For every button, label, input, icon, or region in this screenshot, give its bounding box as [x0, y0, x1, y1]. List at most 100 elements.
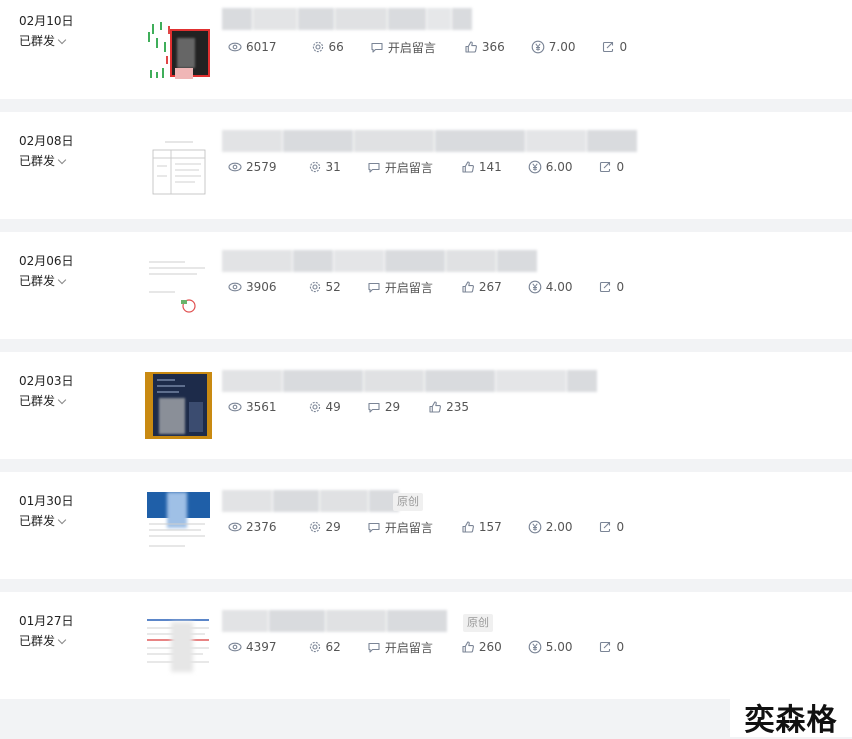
article-title-redacted[interactable]: [222, 490, 400, 514]
date-column: 02月10日 已群发: [19, 12, 74, 50]
likes-stat: 267: [461, 280, 502, 294]
comment-icon: [368, 522, 380, 533]
comment-icon: [371, 42, 383, 53]
original-badge: 原创: [393, 493, 423, 511]
status-label: 已群发: [19, 634, 56, 648]
article-thumbnail[interactable]: [145, 132, 212, 199]
thumbs-up-icon: [462, 161, 474, 173]
views-stat: 3561: [228, 400, 277, 414]
eye-icon: [228, 402, 242, 412]
thumbs-up-icon: [429, 401, 442, 413]
status-dropdown[interactable]: 已群发: [19, 392, 74, 410]
eye-icon: [228, 642, 242, 652]
views-stat: 6017: [228, 40, 277, 54]
thumbnail-image: [145, 612, 212, 679]
date-column: 02月03日 已群发: [19, 372, 74, 410]
status-dropdown[interactable]: 已群发: [19, 32, 74, 50]
shares-count: 49: [325, 400, 341, 414]
article-title-redacted[interactable]: [222, 370, 598, 394]
reward-stat: 6.00: [528, 160, 572, 174]
comment-toggle[interactable]: 开启留言: [367, 159, 433, 176]
likes-count: 366: [481, 40, 505, 54]
comment-toggle[interactable]: 开启留言: [367, 519, 433, 536]
shares-stat: 66: [311, 40, 344, 54]
reward-amount: 7.00: [548, 40, 576, 54]
reward-stat: 7.00: [531, 40, 576, 54]
forward-icon: [600, 521, 611, 533]
likes-count: 267: [478, 280, 502, 294]
views-stat: 4397: [228, 640, 277, 654]
article-stats: 3561 49 29 235: [228, 396, 469, 418]
thumbnail-image: [145, 132, 212, 199]
likes-stat: 366: [464, 40, 505, 54]
likes-count: 260: [478, 640, 502, 654]
views-count: 6017: [246, 40, 277, 54]
article-title-redacted[interactable]: [222, 8, 473, 32]
article-card: 02月03日 已群发 3561 49 29 235: [0, 352, 852, 459]
comment-label: 开启留言: [384, 280, 433, 295]
comments-stat[interactable]: 29: [367, 400, 400, 414]
date-column: 01月30日 已群发: [19, 492, 74, 530]
status-dropdown[interactable]: 已群发: [19, 272, 74, 290]
likes-count: 157: [478, 520, 502, 534]
views-count: 2376: [246, 520, 277, 534]
thumbnail-image: [145, 372, 212, 439]
article-thumbnail[interactable]: [145, 12, 212, 79]
comment-toggle[interactable]: 开启留言: [370, 39, 436, 56]
shares-count: 29: [325, 520, 341, 534]
status-dropdown[interactable]: 已群发: [19, 152, 74, 170]
article-thumbnail[interactable]: [145, 492, 212, 559]
forwards-count: 0: [616, 640, 625, 654]
likes-count: 141: [478, 160, 502, 174]
forwards-stat: 0: [598, 160, 624, 174]
shares-stat: 29: [308, 520, 341, 534]
status-dropdown[interactable]: 已群发: [19, 632, 74, 650]
chevron-down-icon: [57, 395, 67, 404]
article-title-redacted[interactable]: [222, 130, 638, 154]
article-thumbnail[interactable]: [145, 252, 212, 319]
forwards-count: 0: [616, 160, 625, 174]
article-card: 02月10日 已群发 6017 66 开启留言 366 7.00 0: [0, 0, 852, 99]
reward-stat: 2.00: [528, 520, 573, 534]
eye-icon: [228, 42, 242, 52]
article-stats: 2376 29 开启留言 157 2.00 0: [228, 516, 624, 538]
thumbs-up-icon: [462, 521, 474, 533]
views-stat: 2579: [228, 160, 277, 174]
reward-amount: 2.00: [545, 520, 573, 534]
article-card: 02月06日 已群发 3906 52 开启留言 267 4.00 0: [0, 232, 852, 339]
shares-count: 52: [325, 280, 341, 294]
article-title-redacted[interactable]: [222, 610, 448, 634]
comment-toggle[interactable]: 开启留言: [367, 279, 433, 296]
yuan-icon: [528, 520, 542, 534]
views-stat: 3906: [228, 280, 277, 294]
reward-stat: 5.00: [528, 640, 573, 654]
article-thumbnail[interactable]: [145, 612, 212, 679]
reward-amount: 5.00: [545, 640, 573, 654]
likes-stat: 141: [461, 160, 502, 174]
article-thumbnail[interactable]: [145, 372, 212, 439]
article-stats: 4397 62 开启留言 260 5.00 0: [228, 636, 624, 658]
article-title-redacted[interactable]: [222, 250, 538, 274]
comment-icon: [368, 642, 380, 653]
date-column: 02月08日 已群发: [19, 132, 74, 170]
yuan-icon: [528, 640, 542, 654]
comment-toggle[interactable]: 开启留言: [367, 639, 433, 656]
article-stats: 2579 31 开启留言 141 6.00 0: [228, 156, 624, 178]
publish-date: 01月27日: [19, 614, 74, 628]
thumbnail-image: [145, 492, 212, 559]
publish-date: 01月30日: [19, 494, 74, 508]
shares-stat: 62: [308, 640, 341, 654]
shares-stat: 52: [308, 280, 341, 294]
chevron-down-icon: [57, 635, 67, 644]
status-dropdown[interactable]: 已群发: [19, 512, 74, 530]
comment-label: 开启留言: [384, 640, 433, 655]
forwards-stat: 0: [598, 520, 624, 534]
yuan-icon: [528, 280, 542, 294]
original-badge: 原创: [463, 614, 493, 632]
chevron-down-icon: [57, 155, 67, 164]
yuan-icon: [528, 160, 542, 174]
article-stats: 3906 52 开启留言 267 4.00 0: [228, 276, 624, 298]
publish-date: 02月03日: [19, 374, 74, 388]
likes-stat: 260: [461, 640, 502, 654]
reward-amount: 4.00: [545, 280, 573, 294]
